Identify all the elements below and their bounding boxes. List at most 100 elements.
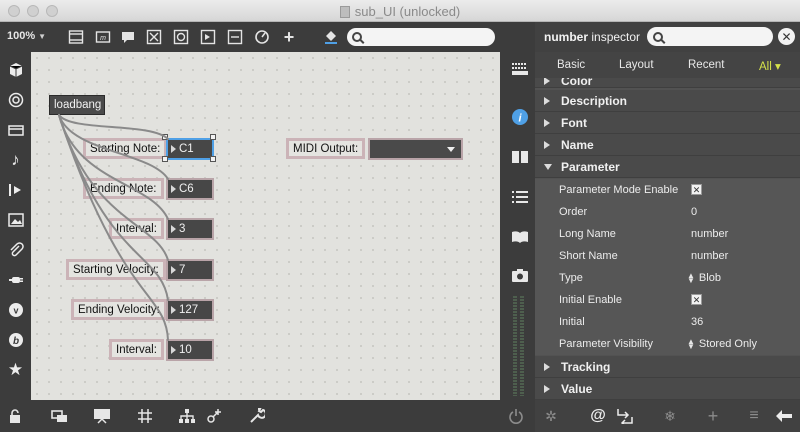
power-icon[interactable]: [507, 408, 525, 424]
patcher-canvas[interactable]: loadbang Starting Note: C1 Ending Note: …: [31, 52, 500, 400]
section-name[interactable]: Name: [535, 134, 800, 156]
section-color[interactable]: Color: [535, 78, 800, 88]
comment-icon[interactable]: [119, 28, 137, 46]
property-value[interactable]: 0: [691, 206, 697, 218]
device-icon[interactable]: [6, 120, 25, 139]
add-attribute-icon[interactable]: +: [704, 406, 722, 426]
button-icon[interactable]: [172, 28, 190, 46]
section-label: Name: [561, 138, 594, 152]
target-icon[interactable]: [6, 90, 25, 109]
grid-keyboard-icon[interactable]: [510, 60, 529, 78]
presentation-mode-icon[interactable]: [93, 408, 111, 424]
resize-handle[interactable]: [210, 156, 216, 162]
add-object-icon[interactable]: +: [280, 27, 298, 47]
inspector-panel: number inspector ✕ Basic Layout Recent A…: [535, 22, 800, 432]
section-description[interactable]: Description: [535, 90, 800, 112]
property-row-long-name[interactable]: Long Name number: [535, 223, 800, 245]
image-icon[interactable]: [6, 210, 25, 229]
slider-icon[interactable]: [199, 28, 217, 46]
midi-output-comment[interactable]: MIDI Output:: [286, 138, 366, 159]
property-name: Order: [559, 206, 588, 218]
paperclip-icon[interactable]: [6, 240, 25, 259]
interval-number[interactable]: 3: [166, 218, 214, 240]
object-box-icon[interactable]: [67, 28, 85, 46]
plug-icon[interactable]: [6, 270, 25, 289]
star-icon[interactable]: ★: [6, 360, 25, 379]
snowflake-icon[interactable]: ❄: [661, 408, 679, 424]
section-parameter[interactable]: Parameter: [535, 156, 800, 178]
camera-icon[interactable]: [510, 266, 529, 284]
clear-search-button[interactable]: ✕: [778, 28, 795, 45]
ending-velocity-number[interactable]: 127: [166, 299, 214, 321]
tab-recent[interactable]: Recent: [688, 59, 724, 71]
tab-all[interactable]: All ▾: [759, 59, 781, 73]
list-icon[interactable]: [510, 188, 529, 206]
property-row-order[interactable]: Order 0: [535, 201, 800, 223]
initial-enable-checkbox[interactable]: ✕: [691, 294, 702, 305]
svg-text:m: m: [100, 35, 106, 42]
inspector-search-input[interactable]: [647, 27, 773, 46]
property-row-type[interactable]: Type ▲ ▼ Blob: [535, 267, 800, 289]
section-value[interactable]: Value: [535, 378, 800, 400]
fill-bucket-icon[interactable]: [322, 28, 340, 46]
resize-handle[interactable]: [210, 134, 216, 140]
meter-channel-right: [520, 296, 524, 396]
interval-comment[interactable]: Interval:: [109, 218, 164, 239]
tab-layout[interactable]: Layout: [619, 59, 654, 71]
wrench-icon[interactable]: [248, 408, 266, 424]
gear-icon[interactable]: ✲: [542, 408, 560, 424]
vimeo-icon[interactable]: v: [6, 300, 25, 319]
message-box-icon[interactable]: m: [94, 28, 112, 46]
open-book-icon[interactable]: [510, 228, 529, 246]
resize-handle[interactable]: [162, 156, 168, 162]
swap-arrows-icon[interactable]: [616, 408, 634, 424]
ending-velocity-comment[interactable]: Ending Velocity:: [71, 299, 167, 320]
comment-text: Ending Note:: [90, 182, 157, 195]
interval-velocity-number[interactable]: 10: [166, 339, 214, 361]
grid-icon[interactable]: [136, 408, 154, 424]
presentation-windows-icon[interactable]: [51, 408, 69, 424]
add-connection-icon[interactable]: [206, 408, 224, 424]
property-row-initial[interactable]: Initial 36: [535, 311, 800, 333]
starting-velocity-comment[interactable]: Starting Velocity:: [66, 259, 166, 280]
section-font[interactable]: Font: [535, 112, 800, 134]
property-value[interactable]: number: [691, 228, 728, 240]
property-row-initial-enable[interactable]: Initial Enable ✕: [535, 289, 800, 311]
property-value[interactable]: number: [691, 250, 728, 262]
toggle-icon[interactable]: [145, 28, 163, 46]
arrow-left-icon[interactable]: [775, 408, 793, 424]
type-menu[interactable]: ▲ ▼ Blob: [687, 272, 721, 285]
starting-note-comment[interactable]: Starting Note:: [83, 138, 168, 159]
book-icon[interactable]: [510, 148, 529, 166]
starting-note-number[interactable]: C1: [166, 138, 214, 160]
media-icon[interactable]: [6, 180, 25, 199]
at-sign-icon[interactable]: @: [589, 407, 607, 424]
tab-basic[interactable]: Basic: [557, 59, 585, 71]
zoom-menu[interactable]: 100% ▼: [7, 30, 46, 42]
hierarchy-icon[interactable]: [178, 408, 196, 424]
package-icon[interactable]: [6, 60, 25, 79]
interval-velocity-comment[interactable]: Interval:: [109, 339, 164, 360]
number-icon[interactable]: [226, 28, 244, 46]
info-icon[interactable]: i: [510, 108, 529, 126]
menu-icon[interactable]: ≡: [745, 407, 763, 424]
midi-output-menu[interactable]: [368, 138, 463, 160]
lock-icon[interactable]: [6, 408, 24, 424]
visibility-menu[interactable]: ▲ ▼ Stored Only: [687, 338, 757, 351]
resize-handle[interactable]: [162, 134, 168, 140]
starting-velocity-number[interactable]: 7: [166, 259, 214, 281]
chevron-right-icon: [544, 119, 550, 127]
loadbang-object[interactable]: loadbang: [49, 95, 105, 115]
property-value[interactable]: 36: [691, 316, 703, 328]
parameter-mode-checkbox[interactable]: ✕: [691, 184, 702, 195]
property-row-parameter-mode-enable[interactable]: Parameter Mode Enable ✕: [535, 179, 800, 201]
ending-note-comment[interactable]: Ending Note:: [83, 178, 164, 199]
b-icon[interactable]: b: [6, 330, 25, 349]
music-note-icon[interactable]: ♪: [6, 150, 25, 169]
ending-note-number[interactable]: C6: [166, 178, 214, 200]
search-input[interactable]: [347, 28, 495, 46]
dial-icon[interactable]: [253, 28, 271, 46]
property-row-short-name[interactable]: Short Name number: [535, 245, 800, 267]
property-row-parameter-visibility[interactable]: Parameter Visibility ▲ ▼ Stored Only: [535, 333, 800, 355]
section-tracking[interactable]: Tracking: [535, 356, 800, 378]
